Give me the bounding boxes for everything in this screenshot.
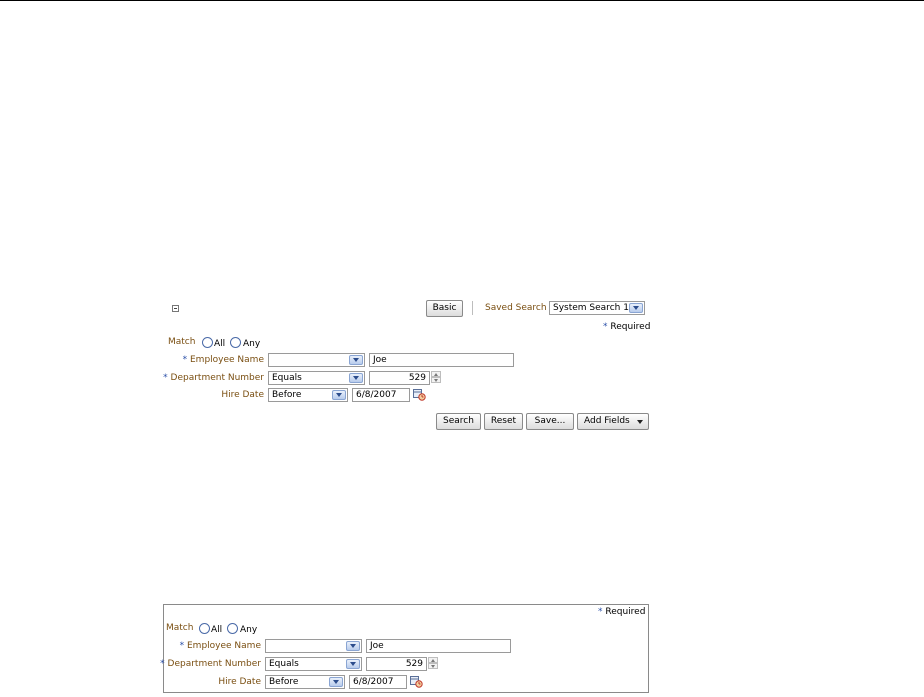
search-button[interactable]: Search [436, 413, 481, 430]
department-operator-select[interactable]: Equals [268, 371, 365, 385]
employee-name-operator-select[interactable] [265, 639, 362, 653]
toolbar-separator [472, 301, 473, 315]
match-all-radio[interactable] [202, 337, 213, 348]
required-star: * [179, 641, 185, 651]
add-fields-button[interactable]: Add Fields [577, 413, 649, 430]
required-star: * [160, 659, 165, 669]
calendar-icon[interactable] [410, 676, 423, 688]
employee-name-label: Employee Name [187, 641, 261, 651]
chevron-down-icon [332, 390, 346, 400]
saved-search-select[interactable]: System Search 1 [549, 301, 645, 315]
department-number-label: Department Number [170, 373, 264, 383]
department-number-label: Department Number [167, 659, 261, 669]
hire-date-operator-select[interactable]: Before [265, 675, 345, 689]
hire-date-label: Hire Date [218, 677, 261, 687]
required-star: * [182, 355, 188, 365]
match-all-label: All [214, 339, 226, 349]
match-any-radio[interactable] [230, 337, 241, 348]
saved-search-label: Saved Search [485, 303, 547, 313]
employee-name-label: Employee Name [190, 355, 264, 365]
employee-name-row-label: * Employee Name [158, 641, 261, 651]
match-label: Match [166, 623, 194, 633]
required-star: * [598, 607, 603, 617]
basic-button[interactable]: Basic [426, 300, 463, 317]
required-label: Required [610, 322, 651, 332]
match-any-label: Any [243, 339, 261, 349]
department-number-input[interactable]: 529 [366, 657, 427, 671]
spinner-icon[interactable] [428, 657, 438, 671]
chevron-down-icon [349, 355, 363, 365]
top-border [0, 0, 924, 1]
department-operator-select[interactable]: Equals [265, 657, 362, 671]
employee-name-row-label: * Employee Name [160, 355, 264, 365]
hire-date-operator-value: Before [269, 677, 299, 687]
chevron-down-icon [346, 641, 360, 651]
spinner-down-button[interactable] [431, 377, 441, 383]
department-operator-value: Equals [272, 373, 302, 383]
department-number-row-label: * Department Number [158, 659, 261, 669]
required-star: * [603, 322, 608, 332]
chevron-down-icon [329, 677, 343, 687]
required-star: * [163, 373, 168, 383]
hire-date-input[interactable]: 6/8/2007 [352, 388, 410, 402]
chevron-down-icon [346, 659, 360, 669]
match-all-label: All [211, 625, 223, 635]
required-note: * Required [598, 607, 645, 617]
required-note: * Required [603, 322, 650, 332]
dropdown-arrow-icon [637, 420, 643, 424]
calendar-icon[interactable] [413, 389, 426, 401]
match-label: Match [168, 337, 196, 347]
department-number-input[interactable]: 529 [369, 371, 430, 385]
employee-name-input[interactable]: Joe [366, 639, 511, 653]
hire-date-operator-value: Before [272, 390, 302, 400]
hire-date-label: Hire Date [221, 390, 264, 400]
match-all-radio[interactable] [199, 623, 210, 634]
reset-button[interactable]: Reset [484, 413, 523, 430]
saved-search-value: System Search 1 [553, 303, 629, 313]
chevron-down-icon [349, 373, 363, 383]
department-operator-value: Equals [269, 659, 299, 669]
collapse-icon[interactable] [172, 305, 179, 312]
department-number-row-label: * Department Number [160, 373, 264, 383]
match-any-radio[interactable] [227, 623, 238, 634]
add-fields-label: Add Fields [584, 416, 630, 426]
save-button[interactable]: Save... [526, 413, 574, 430]
employee-name-operator-select[interactable] [268, 353, 365, 367]
hire-date-input[interactable]: 6/8/2007 [349, 675, 407, 689]
required-label: Required [605, 607, 646, 617]
spinner-down-button[interactable] [428, 663, 438, 669]
hire-date-operator-select[interactable]: Before [268, 388, 348, 402]
spinner-icon[interactable] [431, 371, 441, 385]
employee-name-input[interactable]: Joe [369, 353, 514, 367]
match-any-label: Any [240, 625, 258, 635]
chevron-down-icon [629, 303, 643, 313]
